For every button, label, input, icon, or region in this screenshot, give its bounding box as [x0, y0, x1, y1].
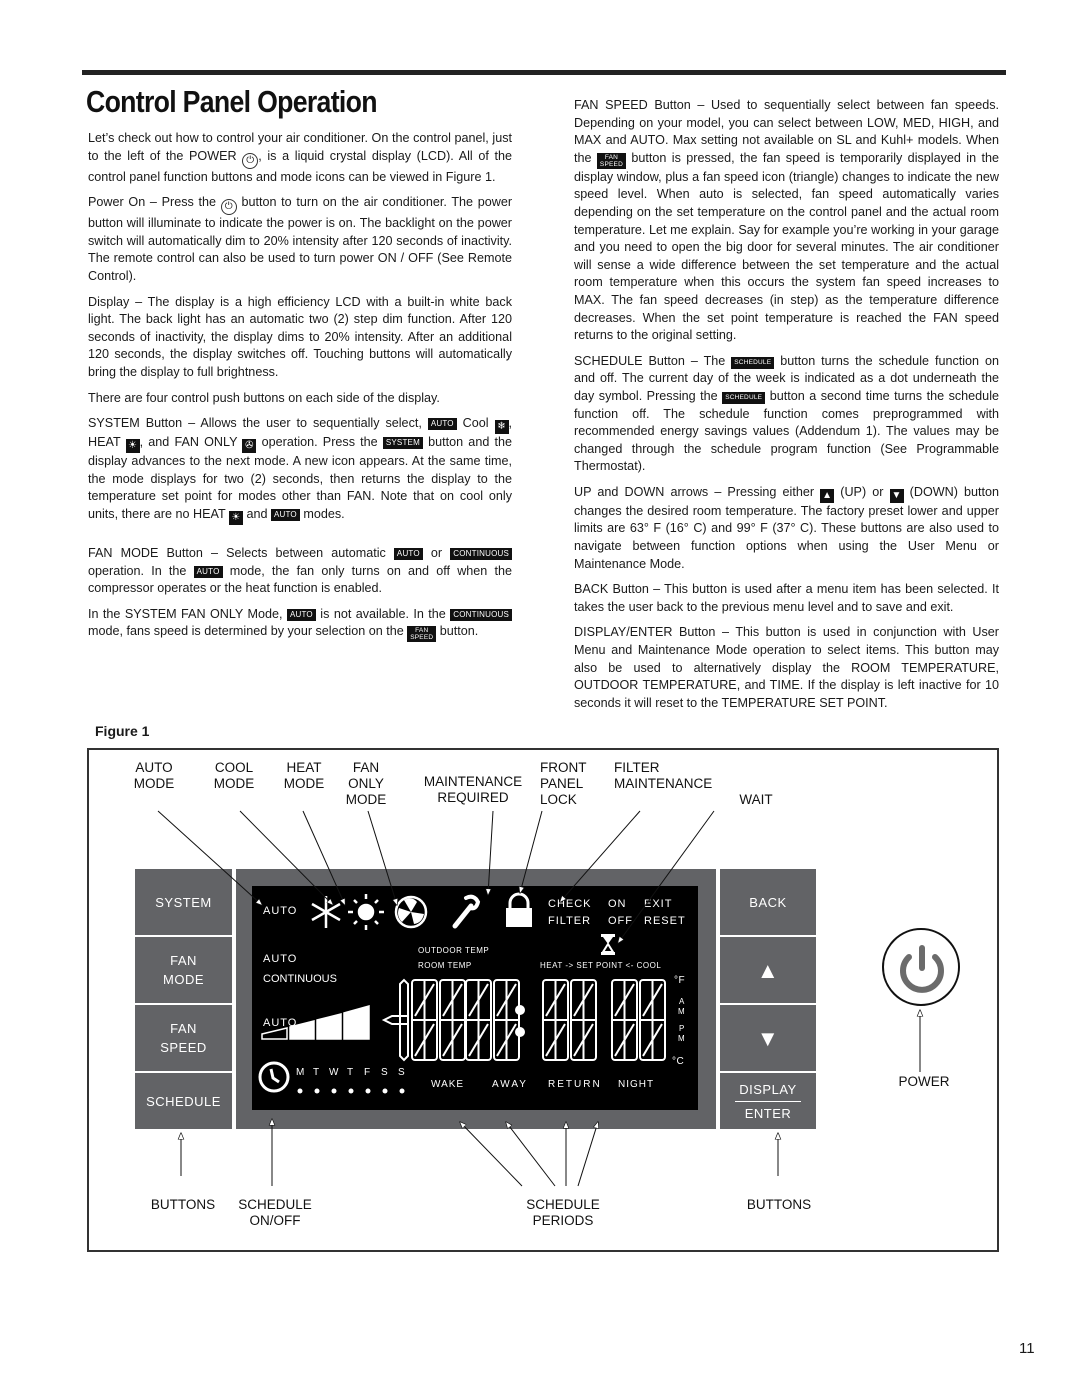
intro-paragraph: Let’s check out how to control your air … — [88, 131, 512, 184]
fan-mode-button[interactable]: FAN MODE — [135, 937, 232, 1003]
figure-label: Figure 1 — [95, 723, 150, 739]
fan-only-paragraph: In the SYSTEM FAN ONLY Mode, AUTO is not… — [88, 606, 513, 643]
hourglass-icon — [601, 934, 615, 955]
fan-speed-chip: FAN SPEED — [596, 152, 626, 169]
header-rule — [82, 70, 1006, 75]
power-icon: ⏻ — [220, 199, 237, 216]
auto-chip: AUTO — [393, 547, 423, 560]
auto-chip: AUTO — [427, 418, 457, 431]
up-down-paragraph: UP and DOWN arrows – Pressing either ▲ (… — [574, 484, 1000, 571]
day-dot — [297, 1088, 303, 1094]
lcd-digit-one — [399, 978, 409, 1062]
callout-cool-mode: COOL MODE — [213, 760, 255, 791]
continuous-chip: CONTINUOUS — [450, 608, 513, 621]
down-arrow-icon: ▼ — [889, 488, 904, 503]
callout-filter-maintenance: FILTER MAINTENANCE — [614, 760, 713, 791]
schedule-chip: SCHEDULE — [731, 356, 775, 369]
lcd-colon-dot — [515, 1027, 525, 1037]
day-dot — [382, 1088, 388, 1094]
lcd-minus — [381, 1015, 409, 1025]
lcd-digit — [439, 979, 466, 1061]
fan-mode-paragraph: FAN MODE Button – Selects between automa… — [88, 545, 513, 596]
cool-icon: ❄ — [494, 420, 509, 435]
up-arrow-icon: ▲ — [820, 488, 835, 503]
back-paragraph: BACK Button – This button is used after … — [574, 582, 999, 614]
callout-fan-only-mode: FAN ONLY MODE — [345, 760, 387, 807]
callout-heat-mode: HEAT MODE — [283, 760, 325, 791]
callout-front-panel-lock: FRONT PANEL LOCK — [540, 760, 587, 807]
up-arrow-button[interactable]: ▲ — [720, 937, 816, 1003]
lcd-digit — [611, 979, 638, 1061]
display-enter-button[interactable]: DISPLAY ENTER — [720, 1073, 816, 1129]
auto-chip: AUTO — [270, 508, 300, 521]
callout-wait: WAIT — [739, 792, 773, 807]
page-title: Control Panel Operation — [86, 84, 377, 119]
four-buttons-paragraph: There are four control push buttons on e… — [88, 390, 440, 405]
lcd-digit — [411, 979, 438, 1061]
system-button[interactable]: SYSTEM — [135, 869, 232, 935]
lcd-graphics — [258, 892, 666, 1094]
display-enter-paragraph: DISPLAY/ENTER Button – This button is us… — [574, 625, 999, 710]
day-dot — [365, 1088, 371, 1094]
heat-icon: ☀ — [228, 510, 243, 525]
day-dot — [348, 1088, 354, 1094]
callout-buttons-right: BUTTONS — [746, 1197, 812, 1212]
clock-icon — [258, 1061, 290, 1093]
lcd-digit — [465, 979, 492, 1061]
snowflake-icon — [311, 896, 341, 928]
lock-icon — [506, 892, 532, 927]
callout-schedule-onoff: SCHEDULE ON/OFF — [238, 1197, 312, 1228]
lcd-colon-dot — [515, 1005, 525, 1015]
day-dot — [399, 1088, 405, 1094]
power-icon: ⏻ — [242, 152, 259, 169]
lcd-digit — [542, 979, 569, 1061]
system-chip: SYSTEM — [382, 437, 423, 450]
fan-blade-icon — [394, 895, 428, 929]
lcd-digit — [493, 979, 520, 1061]
callout-buttons-left: BUTTONS — [150, 1197, 216, 1212]
callout-schedule-periods: SCHEDULE PERIODS — [526, 1197, 600, 1228]
power-on-paragraph: Power On – Press the ⏻ button to turn on… — [88, 195, 513, 283]
right-column: FAN SPEED Button – Used to sequentially … — [574, 97, 999, 720]
callout-power: POWER — [898, 1074, 950, 1089]
fan-speed-button[interactable]: FAN SPEED — [135, 1005, 232, 1071]
fan-icon: ✇ — [242, 439, 257, 454]
day-dots — [297, 1088, 405, 1094]
fan-speed-chip: FAN SPEED — [407, 626, 437, 643]
system-button-paragraph: SYSTEM Button – Allows the user to seque… — [88, 416, 513, 525]
heat-icon: ☀ — [125, 439, 140, 454]
lcd-display: AUTO AUTO CONTINUOUS AUTO CHECK FILTER O… — [252, 886, 698, 1110]
up-arrow-icon: ▲ — [756, 957, 780, 983]
lcd-digit — [570, 979, 597, 1061]
callout-maintenance-required: MAINTENANCE REQUIRED — [423, 774, 523, 805]
display-paragraph: Display – The display is a high efficien… — [88, 294, 512, 379]
left-column: Let’s check out how to control your air … — [88, 130, 513, 650]
day-dot — [314, 1088, 320, 1094]
day-dot — [331, 1088, 337, 1094]
continuous-chip: CONTINUOUS — [450, 547, 513, 560]
fan-speed-bars-icon — [261, 1005, 370, 1040]
schedule-button[interactable]: SCHEDULE — [135, 1073, 232, 1129]
page-number: 11 — [1019, 1340, 1035, 1357]
down-arrow-button[interactable]: ▼ — [720, 1005, 816, 1071]
schedule-paragraph: SCHEDULE Button – The SCHEDULE button tu… — [574, 353, 1000, 474]
back-button[interactable]: BACK — [720, 869, 816, 935]
power-icon — [900, 945, 944, 993]
fan-speed-paragraph: FAN SPEED Button – Used to sequentially … — [574, 98, 1000, 343]
lcd-digits — [381, 978, 666, 1062]
auto-chip: AUTO — [286, 608, 316, 621]
lcd-digit — [639, 979, 666, 1061]
sun-icon — [348, 894, 384, 930]
auto-chip: AUTO — [193, 565, 223, 578]
power-button[interactable] — [882, 928, 960, 1006]
wrench-icon — [452, 894, 481, 929]
down-arrow-icon: ▼ — [756, 1025, 780, 1051]
callout-auto-mode: AUTO MODE — [133, 760, 175, 791]
schedule-chip: SCHEDULE — [722, 391, 766, 404]
